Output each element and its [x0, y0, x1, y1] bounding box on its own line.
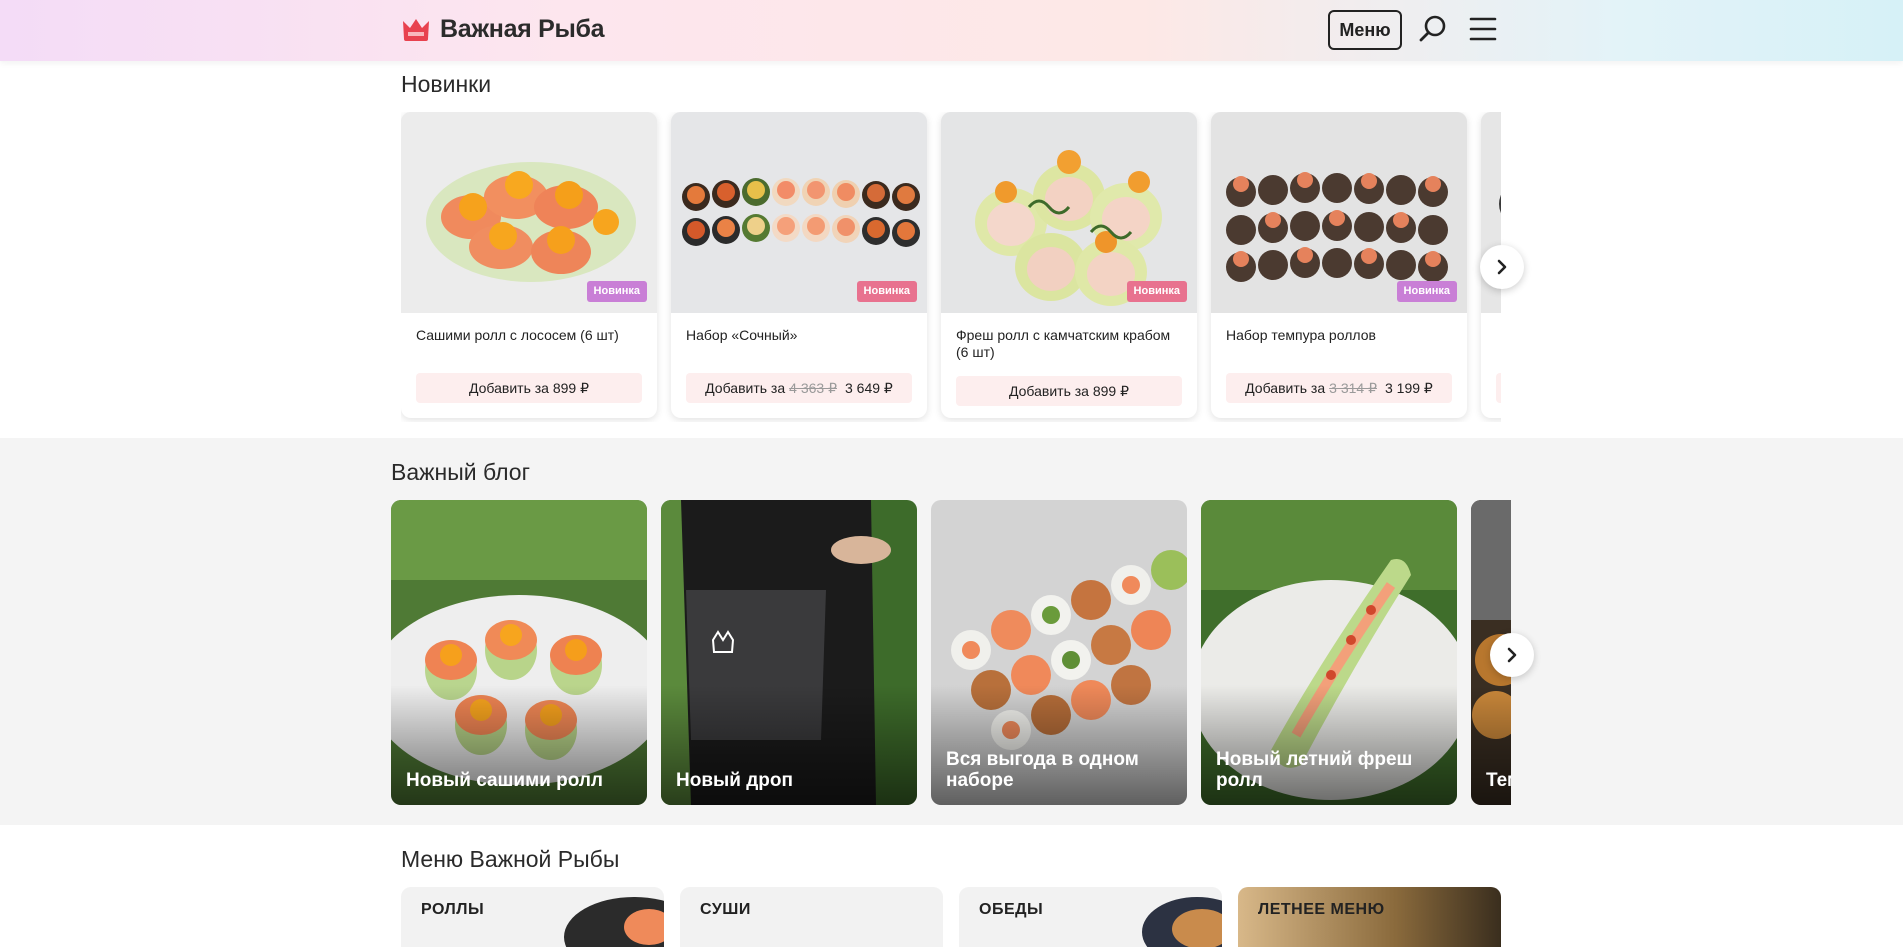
- category-card-lunches[interactable]: ОБЕДЫ: [959, 887, 1222, 947]
- blog-card[interactable]: Новый дроп: [661, 500, 917, 805]
- blog-carousel-next-button[interactable]: [1490, 633, 1534, 677]
- add-to-cart-button[interactable]: Добавить за 4 363 ₽ 3 649 ₽: [686, 373, 912, 403]
- new-badge: Новинка: [586, 281, 647, 302]
- new-section-title: Новинки: [401, 71, 492, 97]
- blog-card[interactable]: Новый сашими ролл: [391, 500, 647, 805]
- category-card-rolls[interactable]: РОЛЛЫ: [401, 887, 664, 947]
- search-icon[interactable]: [1418, 14, 1448, 44]
- category-image: [564, 897, 664, 947]
- product-card[interactable]: Новинка Набор «Сочный» Добавить за 4 363…: [671, 112, 927, 418]
- logo[interactable]: Важная Рыба: [401, 15, 605, 44]
- category-label: ЛЕТНЕЕ МЕНЮ: [1258, 901, 1385, 918]
- category-label: СУШИ: [700, 901, 751, 918]
- blog-title: Новый сашими ролл: [406, 770, 603, 791]
- logo-text: Важная Рыба: [440, 15, 605, 43]
- price: 3 199 ₽: [1384, 379, 1433, 396]
- menu-section-title: Меню Важной Рыбы: [401, 846, 620, 872]
- chevron-right-icon: [1507, 647, 1517, 663]
- category-image: [1142, 897, 1222, 947]
- add-button-label: Добавить за: [705, 380, 786, 396]
- blog-title: Новый летний фреш ролл: [1216, 749, 1413, 791]
- old-price: 4 363 ₽: [789, 379, 837, 396]
- blog-title: Вся выгода в одном наборе: [946, 749, 1139, 791]
- new-items-carousel: Новинка Сашими ролл с лососем (6 шт) Доб…: [401, 112, 1501, 422]
- category-card-sushi[interactable]: СУШИ: [680, 887, 943, 947]
- blog-card[interactable]: Новый летний фреш ролл: [1201, 500, 1457, 805]
- blog-carousel: Новый сашими ролл Новый дроп Вся выгода …: [391, 500, 1511, 806]
- blog-title: Новый дроп: [676, 770, 793, 791]
- add-to-cart-button[interactable]: Добавить за 899 ₽: [416, 373, 642, 403]
- product-card[interactable]: Новинка Сашими ролл с лососем (6 шт) Доб…: [401, 112, 657, 418]
- new-badge: Новинка: [856, 281, 917, 302]
- add-button-label: Добавить за: [1008, 383, 1089, 399]
- category-label: РОЛЛЫ: [421, 901, 485, 918]
- burger-menu-icon[interactable]: [1469, 16, 1497, 42]
- add-button-label: Добавить за: [468, 380, 549, 396]
- product-name: Набор «Сочный»: [686, 327, 798, 343]
- new-carousel-next-button[interactable]: [1480, 245, 1524, 289]
- menu-button[interactable]: Меню: [1328, 10, 1402, 50]
- product-name: Фреш ролл с камчатским крабом (6 шт): [956, 327, 1171, 360]
- category-label: ОБЕДЫ: [979, 901, 1044, 918]
- chevron-right-icon: [1497, 259, 1507, 275]
- add-button-label: Добавить за: [1245, 380, 1326, 396]
- add-to-cart-button[interactable]: Добавить за 899 ₽: [956, 376, 1182, 406]
- product-name: Набор темпура роллов: [1226, 327, 1376, 343]
- blog-title: Тем: [1486, 770, 1511, 791]
- product-name: Сашими ролл с лососем (6 шт): [416, 327, 619, 343]
- category-card-summer-menu[interactable]: ЛЕТНЕЕ МЕНЮ: [1238, 887, 1501, 947]
- add-to-cart-button[interactable]: Добавить за 3 314 ₽ 3 199 ₽: [1226, 373, 1452, 403]
- price: 3 649 ₽: [844, 379, 893, 396]
- old-price: 3 314 ₽: [1329, 379, 1377, 396]
- price: 899 ₽: [1092, 382, 1129, 399]
- blog-section-title: Важный блог: [391, 459, 530, 485]
- add-to-cart-button[interactable]: [1496, 373, 1501, 403]
- new-badge: Новинка: [1126, 281, 1187, 302]
- product-card[interactable]: Новинка Фреш ролл с камчатским крабом (6…: [941, 112, 1197, 418]
- crown-logo-icon: [403, 18, 429, 41]
- new-badge: Новинка: [1396, 281, 1457, 302]
- product-card[interactable]: Новинка Набор темпура роллов Добавить за…: [1211, 112, 1467, 418]
- price: 899 ₽: [552, 379, 589, 396]
- blog-card[interactable]: Вся выгода в одном наборе: [931, 500, 1187, 805]
- site-header: Важная Рыба Меню: [0, 0, 1903, 61]
